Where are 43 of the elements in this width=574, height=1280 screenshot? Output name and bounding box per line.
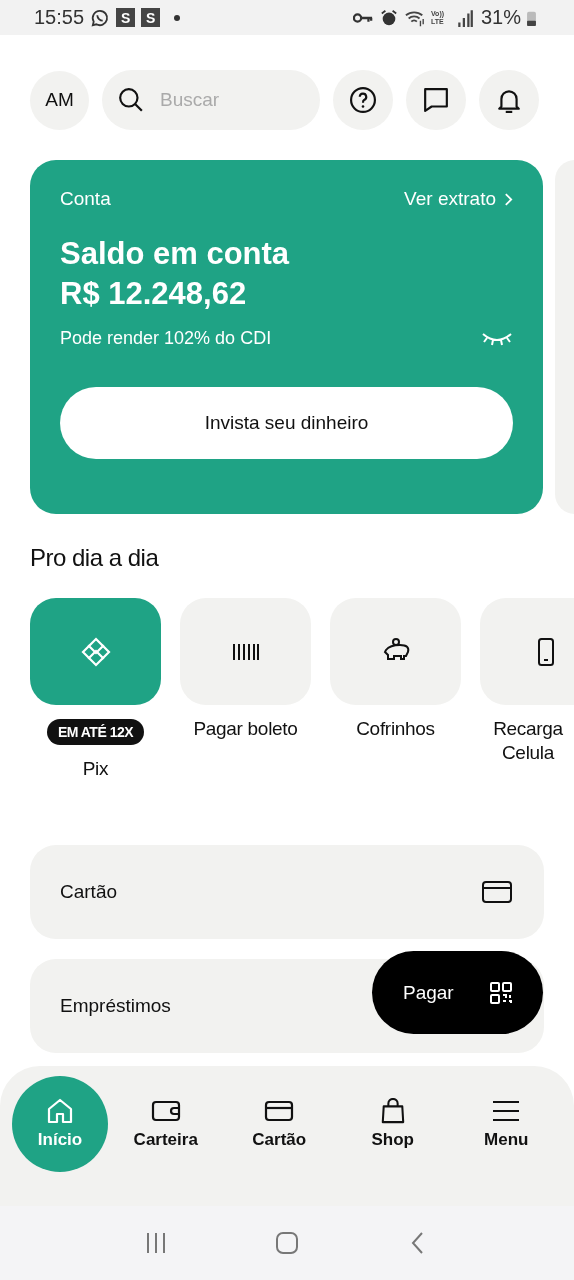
notification-badge: S — [116, 8, 136, 27]
search-input[interactable]: Buscar — [158, 88, 302, 112]
clock: 15:55 — [34, 6, 85, 29]
shortcut-label: Recarga Celula — [492, 717, 564, 765]
card-icon — [264, 1098, 295, 1124]
help-icon — [350, 87, 376, 113]
search-bar[interactable]: Buscar — [102, 70, 320, 130]
home-button-icon[interactable] — [275, 1231, 299, 1255]
bell-icon — [496, 87, 522, 113]
nav-tab[interactable]: Menu — [450, 1076, 562, 1172]
pay-button[interactable]: Pagar — [372, 951, 543, 1034]
shortcut-label: Pix — [81, 757, 110, 781]
shortcut-label: Pagar boleto — [192, 717, 299, 741]
battery-level: 31% — [480, 6, 521, 29]
yield-text: Pode render 102% do CDI — [60, 328, 272, 349]
eye-closed-icon[interactable] — [481, 330, 513, 347]
balance-amount: R$ 12.248,62 — [60, 276, 248, 312]
menu-icon — [491, 1098, 522, 1124]
battery-icon — [527, 9, 536, 26]
installments-badge: EM ATÉ 12X — [46, 719, 145, 745]
avatar-button[interactable]: AM — [30, 70, 89, 130]
chevron-right-icon — [504, 191, 513, 207]
wallet-icon — [150, 1098, 181, 1124]
shortcut-label: Cofrinhos — [355, 717, 436, 741]
menu-row[interactable]: Cartão — [30, 845, 544, 939]
section-title: Pro dia a dia — [30, 544, 160, 572]
nav-tab[interactable]: Shop — [337, 1076, 449, 1172]
card-icon — [482, 880, 512, 904]
diamond-icon — [79, 635, 112, 668]
invest-button[interactable]: Invista seu dinheiro — [60, 387, 513, 459]
shortcut-button[interactable] — [30, 598, 161, 705]
home-icon — [45, 1098, 75, 1124]
card-label: Conta — [60, 188, 111, 210]
chat-icon — [423, 87, 449, 113]
qr-code-icon — [489, 980, 513, 1005]
dot-icon — [174, 14, 181, 21]
notification-badge: S — [141, 8, 161, 27]
nav-tab[interactable]: Cartão — [223, 1076, 335, 1172]
nav-tab[interactable]: Carteira — [110, 1076, 222, 1172]
search-icon — [118, 87, 144, 113]
wifi-icon — [404, 8, 425, 27]
balance-title: Saldo em conta — [60, 236, 291, 272]
chat-bubble-icon — [90, 8, 111, 27]
